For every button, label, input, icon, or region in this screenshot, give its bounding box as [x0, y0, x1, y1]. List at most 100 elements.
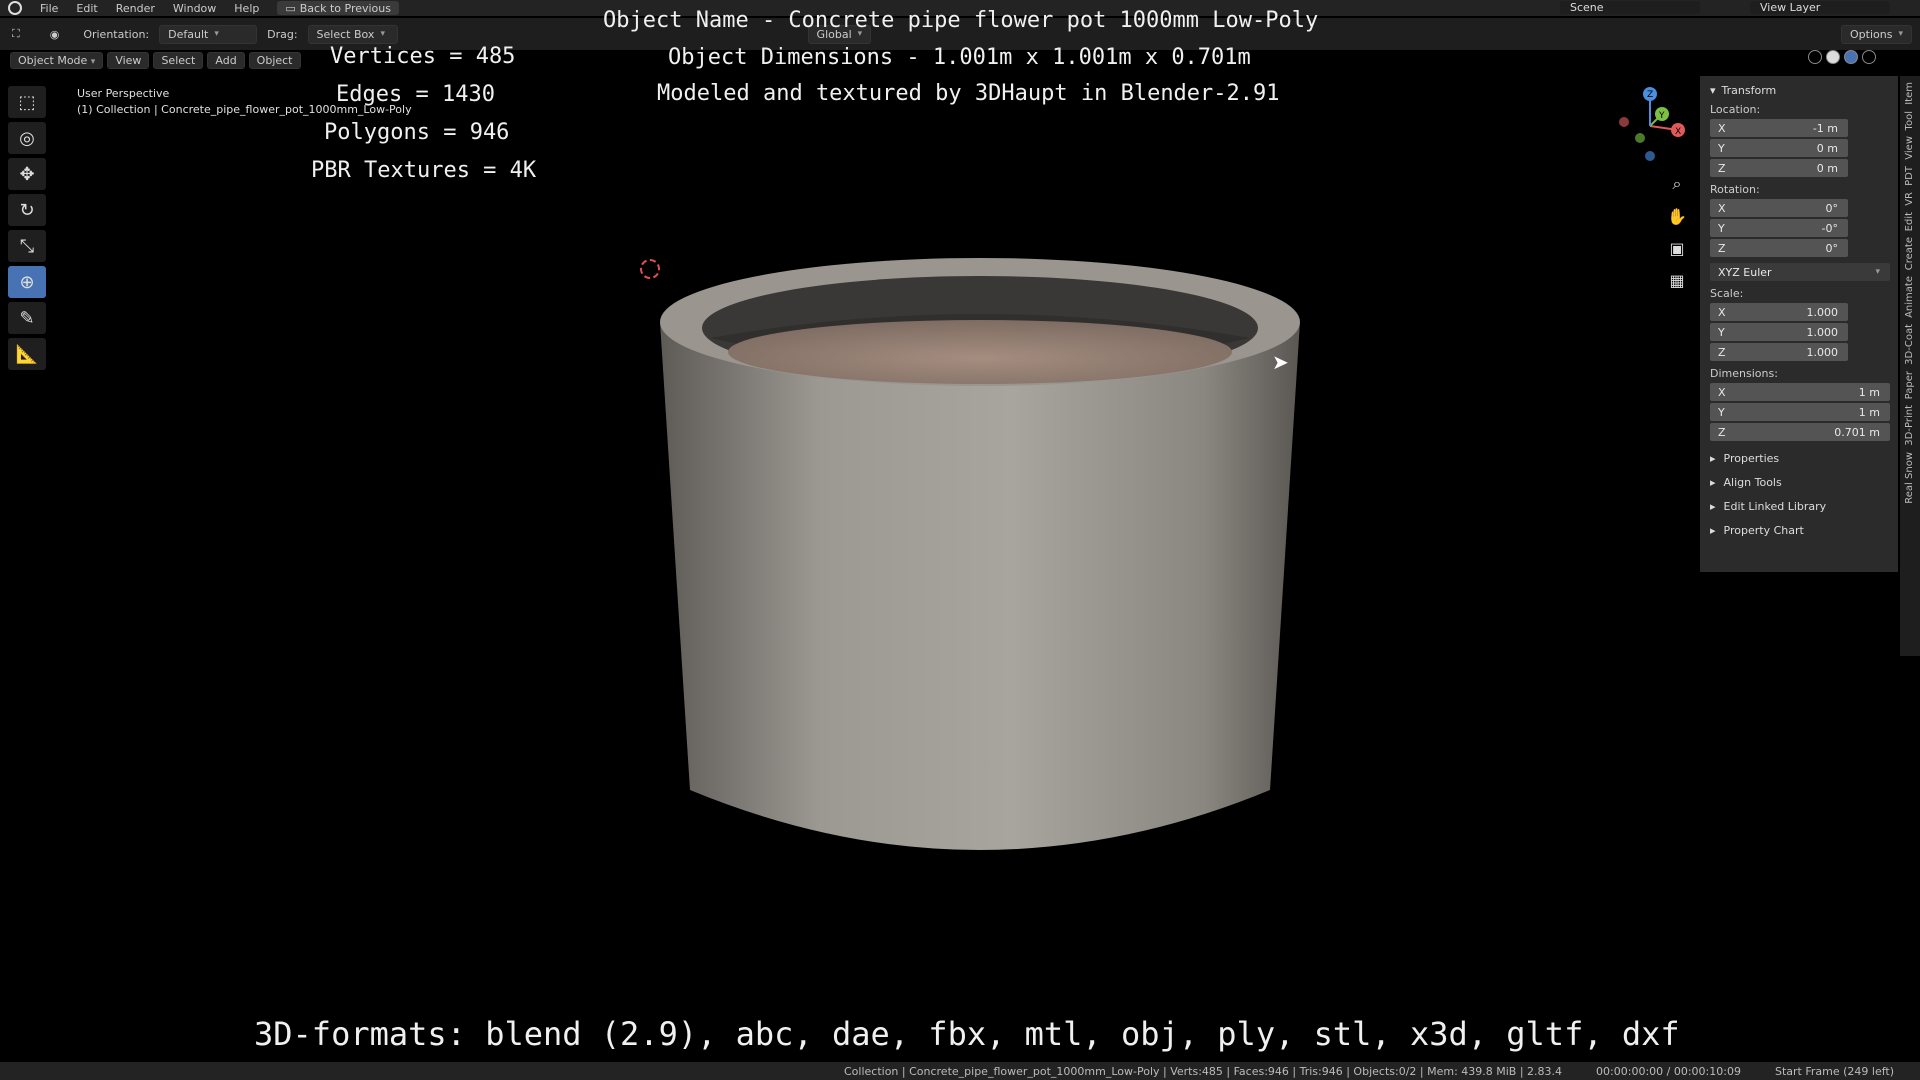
chevron-down-icon: ▾	[1875, 267, 1880, 277]
panel-label: Edit Linked Library	[1723, 499, 1827, 513]
menu-help[interactable]: Help	[234, 2, 259, 15]
scene-selector[interactable]: Scene	[1560, 1, 1700, 14]
rotation-y-field[interactable]: Y -0°	[1710, 219, 1848, 237]
field-value: 0°	[1825, 201, 1839, 215]
rotation-z-field[interactable]: Z 0°	[1710, 239, 1848, 257]
axis-label: X	[1718, 121, 1726, 135]
rotation-mode-dropdown[interactable]: XYZ Euler ▾	[1710, 263, 1890, 281]
material-shading-icon[interactable]	[1844, 50, 1858, 64]
location-y-field[interactable]: Y 0 m	[1710, 139, 1848, 157]
back-to-previous-button[interactable]: ▭ Back to Previous	[277, 1, 399, 15]
stat-polygons: Polygons = 946	[324, 120, 510, 145]
tab-tool[interactable]: Tool	[1904, 111, 1915, 130]
menu-edit[interactable]: Edit	[76, 2, 97, 15]
select-menu[interactable]: Select	[153, 51, 204, 69]
field-value: 0 m	[1816, 161, 1838, 175]
dimensions-z-field[interactable]: Z 0.701 m	[1710, 423, 1890, 441]
view-layer-selector[interactable]: View Layer	[1750, 1, 1890, 14]
object-menu[interactable]: Object	[248, 51, 301, 69]
wireframe-shading-icon[interactable]	[1808, 50, 1822, 64]
tab-3d-coat[interactable]: 3D-Coat	[1904, 324, 1915, 365]
field-value: -0°	[1821, 221, 1838, 235]
transform-header[interactable]: ▾ Transform	[1710, 84, 1898, 97]
add-menu[interactable]: Add	[207, 51, 245, 69]
annotate-icon[interactable]: ✎	[8, 302, 46, 334]
scale-z-field[interactable]: Z 1.000	[1710, 343, 1848, 361]
triangle-right-icon: ▸	[1710, 451, 1716, 465]
scale-y-field[interactable]: Y 1.000	[1710, 323, 1848, 341]
sidebar-n-panel: ▾ Transform Location: X -1 m Y 0 m Z 0 m Ro…	[1700, 76, 1898, 572]
hand-pan-icon[interactable]: ✋	[1665, 204, 1689, 228]
select-box-icon[interactable]: ⬚	[8, 86, 46, 118]
gizmo-x-label: X	[1675, 127, 1681, 137]
drag-label: Drag:	[267, 27, 298, 41]
grid-icon[interactable]: ▦	[1665, 268, 1689, 292]
location-x-field[interactable]: X -1 m	[1710, 119, 1848, 137]
overlay-dimensions: Object Dimensions - 1.001m x 1.001m x 0.…	[668, 45, 1251, 70]
object-mode-dropdown[interactable]: Object Mode ▾	[10, 51, 104, 69]
property-chart-panel[interactable]: ▸ Property Chart	[1710, 523, 1898, 537]
field-value: 1.000	[1806, 345, 1839, 359]
tab-paper[interactable]: Paper	[1904, 371, 1915, 399]
location-label: Location:	[1710, 103, 1761, 116]
camera-icon[interactable]: ▣	[1665, 236, 1689, 260]
sidebar-tabs: Item Tool View PDT VR Edit Create Animat…	[1900, 76, 1920, 656]
tab-pdt[interactable]: PDT	[1904, 166, 1915, 186]
axis-label: Z	[1718, 345, 1726, 359]
rotation-x-field[interactable]: X 0°	[1710, 199, 1848, 217]
options-dropdown[interactable]: Options ▾	[1841, 24, 1912, 44]
dimensions-x-field[interactable]: X 1 m	[1710, 383, 1890, 401]
navigation-gizmo[interactable]: X Y Z	[1610, 86, 1690, 166]
measure-icon[interactable]: 📐	[8, 338, 46, 370]
tab-item[interactable]: Item	[1904, 82, 1915, 105]
tool-settings-icon[interactable]: ◉	[50, 28, 60, 41]
axis-label: Y	[1718, 325, 1725, 339]
menu-render[interactable]: Render	[116, 2, 155, 15]
axis-label: Z	[1718, 161, 1726, 175]
align-tools-panel[interactable]: ▸ Align Tools	[1710, 475, 1898, 489]
dimensions-y-field[interactable]: Y 1 m	[1710, 403, 1890, 421]
blender-logo-icon[interactable]	[8, 1, 22, 15]
field-value: 0.701 m	[1834, 425, 1880, 439]
tab-edit[interactable]: Edit	[1904, 212, 1915, 231]
transform-icon[interactable]: ⊕	[8, 266, 46, 298]
tab-animate[interactable]: Animate	[1904, 276, 1915, 318]
axis-label: Y	[1718, 221, 1725, 235]
rendered-shading-icon[interactable]	[1862, 50, 1876, 64]
scale-x-field[interactable]: X 1.000	[1710, 303, 1848, 321]
field-value: 0°	[1825, 241, 1839, 255]
editor-type-icon[interactable]: ⛶	[12, 27, 20, 41]
tab-3d-print[interactable]: 3D-Print	[1904, 405, 1915, 446]
concrete-pot-model[interactable]	[650, 250, 1310, 890]
tab-real-snow[interactable]: Real Snow	[1904, 452, 1915, 504]
menu-window[interactable]: Window	[173, 2, 216, 15]
tab-vr[interactable]: VR	[1904, 192, 1915, 206]
chevron-down-icon: ▾	[380, 29, 385, 39]
stat-edges: Edges = 1430	[336, 82, 495, 107]
tab-view[interactable]: View	[1904, 136, 1915, 160]
field-value: 0 m	[1816, 141, 1838, 155]
overlay-formats: 3D-formats: blend (2.9), abc, dae, fbx, …	[254, 1015, 1680, 1053]
axis-label: X	[1718, 385, 1726, 399]
properties-panel[interactable]: ▸ Properties	[1710, 451, 1898, 465]
transform-title: Transform	[1721, 84, 1777, 97]
orientation-dropdown[interactable]: Default ▾	[159, 24, 258, 44]
zoom-icon[interactable]: ⌕	[1665, 172, 1689, 196]
rotation-mode-value: XYZ Euler	[1718, 265, 1772, 279]
tab-create[interactable]: Create	[1904, 237, 1915, 270]
cursor-icon[interactable]: ◎	[8, 122, 46, 154]
drag-dropdown[interactable]: Select Box ▾	[307, 24, 398, 44]
view-menu[interactable]: View	[107, 51, 150, 69]
location-z-field[interactable]: Z 0 m	[1710, 159, 1848, 177]
rotate-icon[interactable]: ↻	[8, 194, 46, 226]
move-icon[interactable]: ✥	[8, 158, 46, 190]
scale-icon[interactable]: ⤡	[8, 230, 46, 262]
solid-shading-icon[interactable]	[1826, 50, 1840, 64]
orientation-label: Orientation:	[83, 27, 150, 41]
edit-linked-library-panel[interactable]: ▸ Edit Linked Library	[1710, 499, 1898, 513]
menu-file[interactable]: File	[40, 2, 58, 15]
orientation-value: Default	[168, 27, 209, 41]
stat-vertices: Vertices = 485	[330, 44, 516, 69]
rotation-label: Rotation:	[1710, 183, 1760, 196]
drag-value: Select Box	[316, 27, 375, 41]
